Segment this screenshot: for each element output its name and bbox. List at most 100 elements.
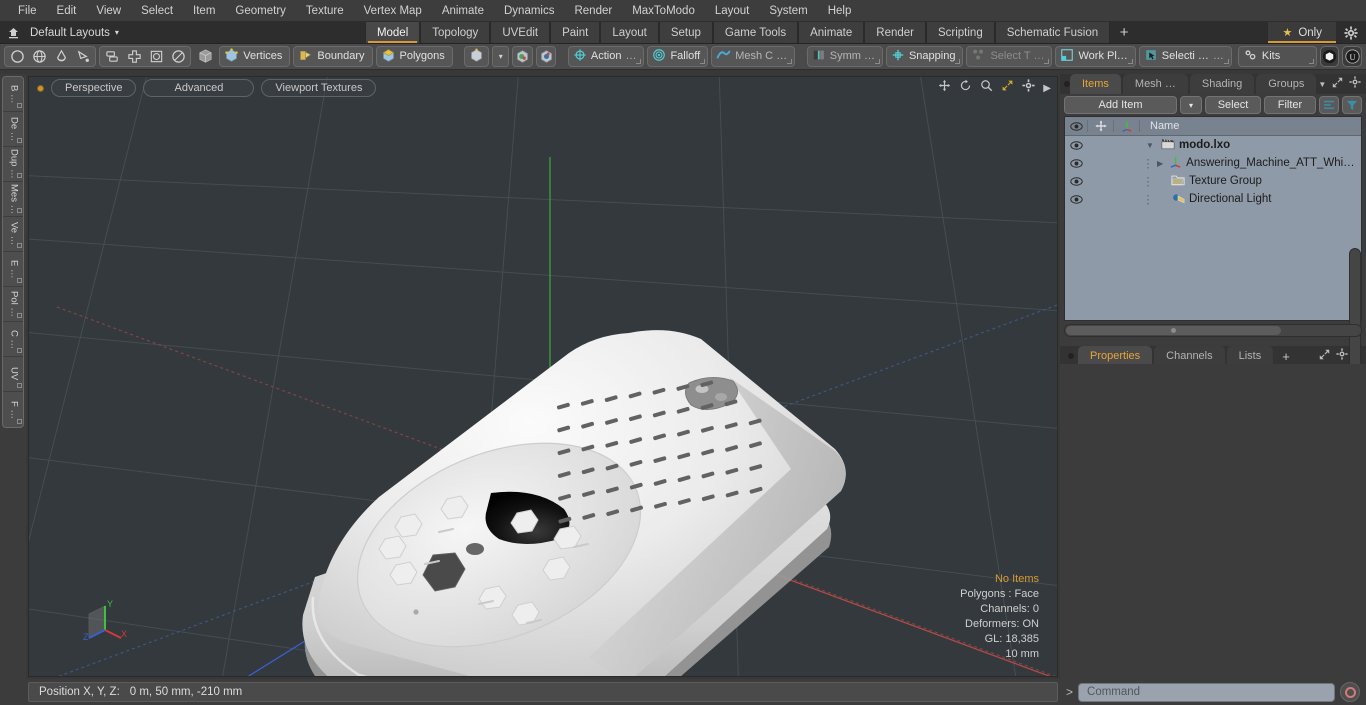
unreal-engine-icon[interactable]: U xyxy=(1342,46,1362,67)
panel-expand-icon[interactable] xyxy=(1319,347,1330,365)
layout-tab-setup[interactable]: Setup xyxy=(658,22,713,43)
select-through-button[interactable]: Select T … xyxy=(966,46,1053,67)
menu-file[interactable]: File xyxy=(8,2,47,20)
falloff-button[interactable]: Falloff xyxy=(647,46,709,67)
row-visibility-toggle[interactable] xyxy=(1065,194,1087,204)
row-visibility-toggle[interactable] xyxy=(1065,158,1087,168)
layout-tab-scripting[interactable]: Scripting xyxy=(925,22,995,43)
row-name-cell[interactable]: ▼ modo.lxo xyxy=(1139,138,1361,153)
array-icon[interactable] xyxy=(123,47,145,66)
only-toggle-button[interactable]: ★ Only xyxy=(1268,22,1336,43)
items-tree-table[interactable]: Name ▼ modo.lxo ⋮ ▶ Answering_Machine_AT… xyxy=(1064,116,1362,321)
layout-tab-paint[interactable]: Paint xyxy=(550,22,601,43)
menu-geometry[interactable]: Geometry xyxy=(225,2,296,20)
left-tab-mesh[interactable]: Mes … xyxy=(3,182,23,217)
menu-texture[interactable]: Texture xyxy=(296,2,354,20)
table-row[interactable]: ⋮ Texture Group xyxy=(1065,172,1361,190)
panel-tab-items[interactable]: Items xyxy=(1070,74,1121,94)
cube-mode-caret[interactable]: ▾ xyxy=(492,46,510,67)
left-tab-polygon[interactable]: Pol … xyxy=(3,287,23,322)
table-row[interactable]: ⋮ ▶ Answering_Machine_ATT_Whi… xyxy=(1065,154,1361,172)
menu-select[interactable]: Select xyxy=(131,2,183,20)
row-name-cell[interactable]: ⋮ Texture Group xyxy=(1139,172,1361,190)
row-visibility-toggle[interactable] xyxy=(1065,140,1087,150)
menu-view[interactable]: View xyxy=(86,2,131,20)
menu-maxtomodo[interactable]: MaxToModo xyxy=(622,2,705,20)
work-plane-button[interactable]: Work Pl… xyxy=(1055,46,1136,67)
menu-system[interactable]: System xyxy=(759,2,817,20)
view-left-icon[interactable] xyxy=(512,46,533,67)
row-visibility-toggle[interactable] xyxy=(1065,176,1087,186)
rotate-view-icon[interactable] xyxy=(959,79,972,97)
table-row[interactable]: ⋮ Directional Light xyxy=(1065,190,1361,208)
left-tab-edge[interactable]: E … xyxy=(3,252,23,287)
kits-button[interactable]: Kits xyxy=(1237,46,1317,67)
row-name-cell[interactable]: ⋮ ▶ Answering_Machine_ATT_Whi… xyxy=(1139,154,1361,172)
left-tab-fusion[interactable]: F … xyxy=(3,392,23,427)
home-icon[interactable] xyxy=(0,22,26,43)
viewport-camera-selector[interactable]: Perspective xyxy=(51,79,137,97)
add-item-button[interactable]: Add Item xyxy=(1064,96,1177,114)
selection-set-button[interactable]: Selecti … … xyxy=(1138,46,1232,67)
chevron-down-icon[interactable]: ▼ xyxy=(1318,80,1326,89)
left-tab-deform[interactable]: De … xyxy=(3,112,23,147)
duplicate-icon[interactable] xyxy=(101,47,123,66)
gear-icon[interactable] xyxy=(1336,22,1366,43)
viewport-expand-arrow-icon[interactable]: ▶ xyxy=(1043,83,1051,94)
list-options-icon[interactable] xyxy=(1319,96,1339,114)
funnel-filter-icon[interactable] xyxy=(1342,96,1362,114)
select-button[interactable]: Select xyxy=(1205,96,1261,114)
expander-expand-icon[interactable]: ▶ xyxy=(1157,159,1163,168)
bevel-icon[interactable] xyxy=(145,47,167,66)
menu-vertex-map[interactable]: Vertex Map xyxy=(354,2,432,20)
viewport-shading-selector[interactable]: Advanced xyxy=(143,79,255,97)
left-tab-basic[interactable]: B … xyxy=(3,77,23,112)
viewport-gear-icon[interactable] xyxy=(1022,79,1035,97)
row-name-cell[interactable]: ⋮ Directional Light xyxy=(1139,190,1361,208)
menu-layout[interactable]: Layout xyxy=(705,2,760,20)
left-tab-command[interactable]: C … xyxy=(3,322,23,357)
layout-tab-schematic-fusion[interactable]: Schematic Fusion xyxy=(994,22,1111,43)
cube-solid-icon[interactable] xyxy=(194,47,216,66)
filter-button[interactable]: Filter xyxy=(1264,96,1316,114)
panel-tab-shading[interactable]: Shading xyxy=(1189,74,1255,94)
left-tab-vertex[interactable]: Ve … xyxy=(3,217,23,252)
menu-help[interactable]: Help xyxy=(818,2,862,20)
menu-item[interactable]: Item xyxy=(183,2,225,20)
action-center-button[interactable]: Action … xyxy=(567,46,645,67)
record-icon[interactable] xyxy=(1340,682,1360,702)
modo-logo-icon[interactable] xyxy=(1319,46,1340,67)
layout-preset-dropdown[interactable]: Default Layouts ▾ xyxy=(26,22,131,43)
vertices-mode-button[interactable]: Vertices xyxy=(219,46,291,67)
panel-tab-lists[interactable]: Lists xyxy=(1226,346,1274,366)
panel-tab-properties[interactable]: Properties xyxy=(1078,346,1153,366)
layout-tab-render[interactable]: Render xyxy=(864,22,926,43)
table-row[interactable]: ▼ modo.lxo xyxy=(1065,136,1361,154)
panel-gear-icon[interactable] xyxy=(1349,75,1361,93)
scrollbar-thumb[interactable] xyxy=(1066,326,1281,335)
polygons-mode-button[interactable]: Polygons xyxy=(375,46,453,67)
add-item-caret[interactable]: ▾ xyxy=(1180,96,1202,114)
move-view-icon[interactable] xyxy=(938,79,951,97)
layout-tab-uvedit[interactable]: UVEdit xyxy=(490,22,551,43)
cube-mode-dropdown-button[interactable] xyxy=(464,46,490,67)
panel-expand-icon[interactable] xyxy=(1332,75,1343,93)
expander-collapse-icon[interactable]: ▼ xyxy=(1143,141,1157,150)
panel-tab-groups[interactable]: Groups xyxy=(1256,74,1317,94)
menu-render[interactable]: Render xyxy=(564,2,622,20)
3d-viewport[interactable]: Perspective Advanced Viewport Textures ▶… xyxy=(28,76,1058,677)
boundary-mode-button[interactable]: Boundary xyxy=(293,46,373,67)
pen-draw-icon[interactable] xyxy=(72,47,94,66)
command-input[interactable]: Command xyxy=(1078,682,1335,702)
sphere-primitive-icon[interactable] xyxy=(28,47,50,66)
panel-gear-icon[interactable] xyxy=(1336,347,1348,365)
mesh-constraint-button[interactable]: Mesh C … xyxy=(711,46,796,67)
menu-animate[interactable]: Animate xyxy=(432,2,494,20)
left-tab-uv[interactable]: UV xyxy=(3,357,23,392)
zoom-view-icon[interactable] xyxy=(980,79,993,97)
panel-tab-channels[interactable]: Channels xyxy=(1154,346,1225,366)
symmetry-button[interactable]: Symm … xyxy=(806,46,883,67)
layout-tab-model[interactable]: Model xyxy=(364,22,421,43)
layout-tab-animate[interactable]: Animate xyxy=(798,22,865,43)
smooth-icon[interactable] xyxy=(167,47,189,66)
